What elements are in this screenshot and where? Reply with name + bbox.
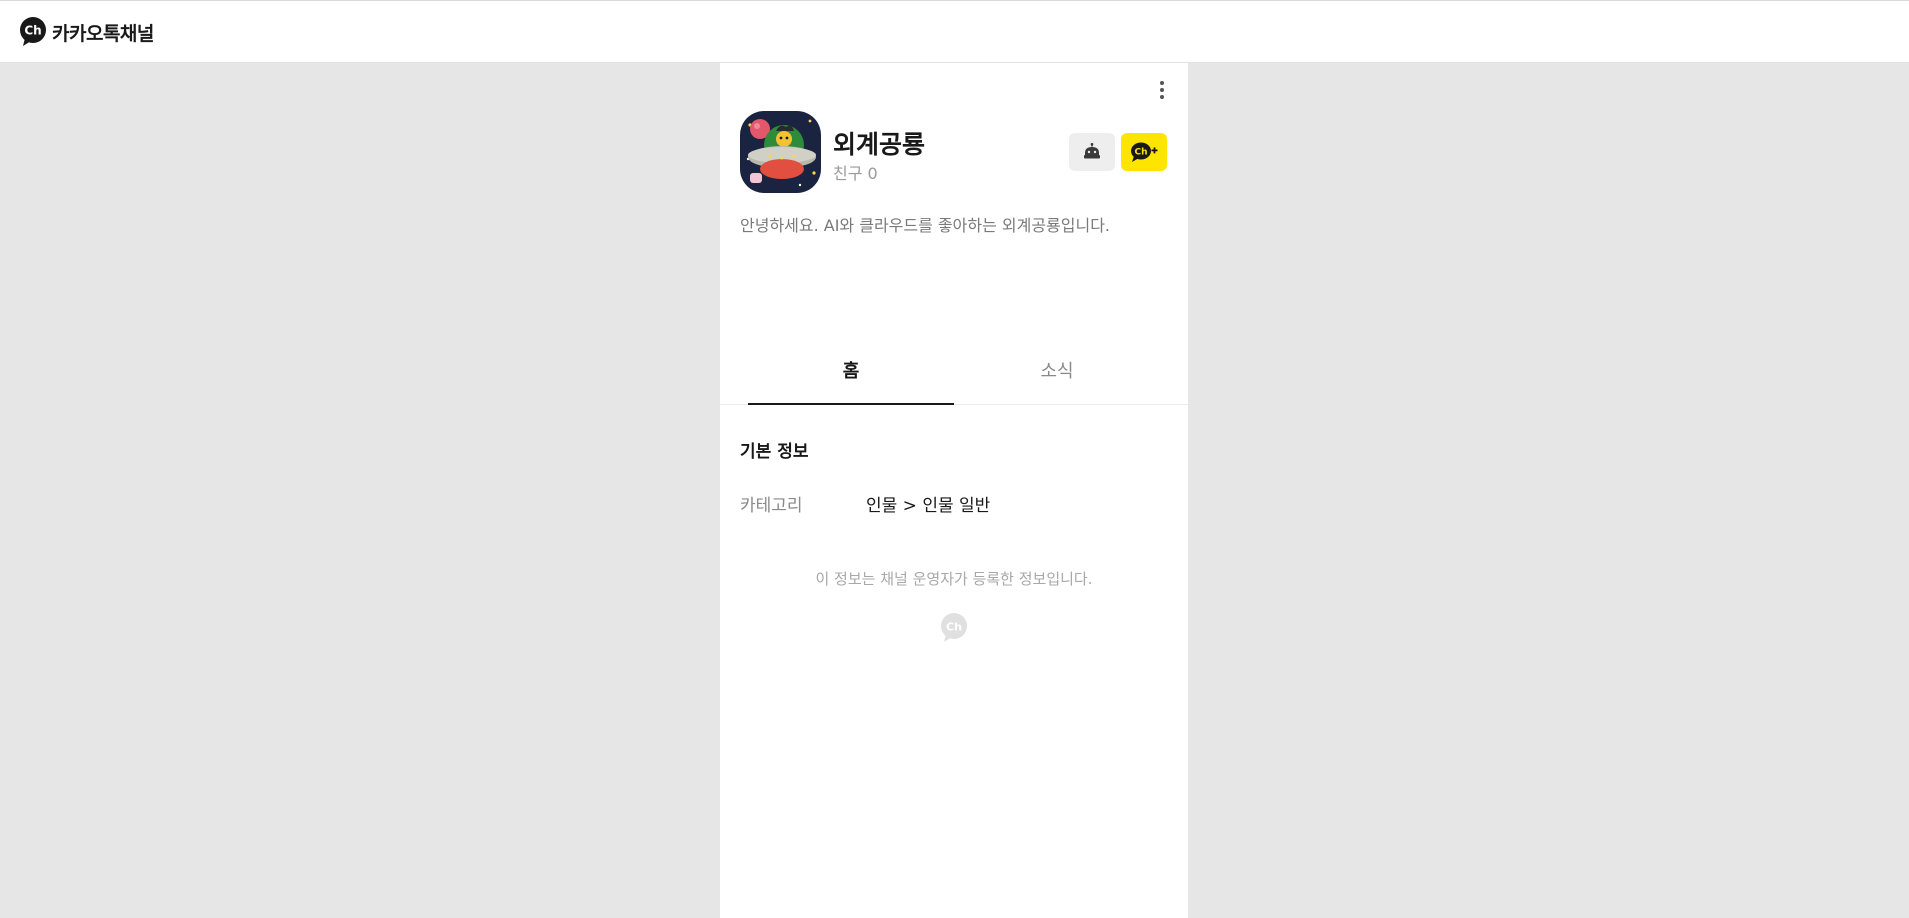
more-options-button[interactable] <box>1154 79 1170 101</box>
ch-logo-icon: Ch <box>20 17 46 46</box>
logo-text: 카카오톡채널 <box>52 22 154 45</box>
kebab-menu-icon <box>1160 81 1164 85</box>
svg-text:Ch: Ch <box>946 621 962 634</box>
svg-text:Ch: Ch <box>24 24 41 38</box>
category-value: 인물 > 인물 일반 <box>866 496 991 516</box>
channel-description: 안녕하세요. AI와 클라우드를 좋아하는 외계공룡입니다. <box>740 216 1111 235</box>
add-channel-button[interactable]: Ch <box>1121 133 1167 171</box>
channel-name: 외계공룡 <box>833 130 926 159</box>
tab-home[interactable]: 홈 <box>748 336 954 405</box>
friend-count: 친구 0 <box>833 164 878 183</box>
channel-tabs: 홈 소식 <box>720 336 1188 405</box>
channel-profile: 외계공룡 친구 0 Ch <box>740 111 1170 195</box>
svg-text:Ch: Ch <box>1134 148 1147 158</box>
top-bar: Ch 카카오톡채널 <box>0 0 1909 63</box>
add-channel-icon: Ch <box>1131 142 1158 162</box>
tab-news[interactable]: 소식 <box>954 336 1160 404</box>
kakaotalk-channel-logo[interactable]: Ch 카카오톡채널 <box>18 16 154 48</box>
channel-avatar[interactable] <box>740 111 821 193</box>
channel-card: 외계공룡 친구 0 Ch 안녕하세요. AI와 클라우드를 좋아하는 외계공룡입… <box>720 63 1188 918</box>
basic-info-title: 기본 정보 <box>740 442 809 462</box>
ch-watermark-icon: Ch <box>941 613 967 642</box>
alien-dinosaur-avatar-image <box>740 111 821 193</box>
chatbot-icon <box>1084 143 1100 159</box>
chatbot-button[interactable] <box>1069 133 1115 171</box>
category-label: 카테고리 <box>740 496 803 516</box>
operator-notice: 이 정보는 채널 운영자가 등록한 정보입니다. <box>815 570 1093 588</box>
